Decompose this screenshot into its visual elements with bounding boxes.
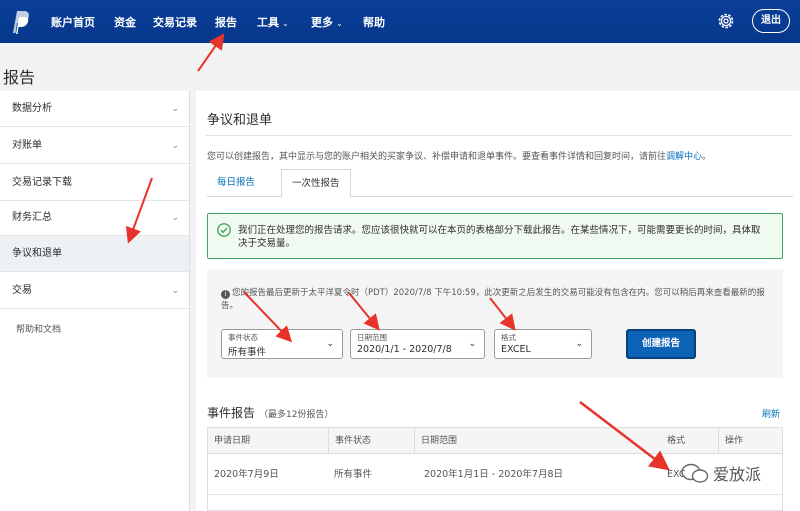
column-header: 申请日期: [214, 436, 251, 446]
top-nav: 账户首页 资金 交易记录 报告 工具 ⌄ 更多 ⌄ 帮助 退出: [0, 0, 800, 43]
nav-account-home[interactable]: 账户首页: [51, 14, 95, 30]
page-title: 报告: [3, 68, 36, 87]
sidebar-item-label: 数据分析: [12, 103, 52, 114]
chevron-down-icon: ⌄: [171, 141, 179, 151]
date-range-cell: 2020年1月1日 - 2020年7月8日: [424, 469, 563, 480]
sidebar-item-statements[interactable]: 对账单 ⌄: [0, 128, 189, 164]
refresh-link[interactable]: 刷新: [762, 407, 780, 420]
nav-funds[interactable]: 资金: [114, 14, 136, 30]
create-report-button[interactable]: 创建报告: [626, 329, 696, 359]
chevron-down-icon: ⌄: [282, 19, 289, 28]
sidebar-item-label: 交易记录下载: [12, 177, 72, 188]
info-message: i 您的报告最后更新于太平洋夏令时（PDT）2020/7/8 下午10:59，此次…: [221, 287, 773, 313]
sidebar-item-label: 财务汇总: [12, 212, 52, 223]
nav-more-label: 更多: [311, 16, 333, 29]
sidebar-item-disputes[interactable]: 争议和退单: [0, 236, 189, 272]
chevron-down-icon: ⌄: [575, 339, 583, 349]
success-alert: 我们正在处理您的报告请求。您应该很快就可以在本页的表格部分下载此报告。在某些情况…: [207, 213, 783, 259]
date-range-select[interactable]: 日期范围 2020/1/1 - 2020/7/8 ⌄: [350, 329, 485, 359]
select-value: 所有事件: [228, 347, 267, 358]
column-header: 日期范围: [414, 428, 457, 454]
info-message-text: 您的报告最后更新于太平洋夏令时（PDT）2020/7/8 下午10:59，此次更…: [221, 288, 765, 311]
main-panel: 争议和退单 您可以创建报告，其中显示与您的账户相关的买家争议、补偿申请和退单事件…: [196, 91, 800, 511]
chevron-down-icon: ⌄: [171, 213, 179, 223]
event-status-cell: 所有事件: [334, 469, 373, 480]
nav-reports[interactable]: 报告: [215, 14, 237, 30]
select-label: 日期范围: [357, 333, 387, 342]
check-circle-icon: [217, 223, 231, 237]
logout-button[interactable]: 退出: [752, 9, 790, 33]
section-title: 争议和退单: [207, 113, 273, 128]
reports-heading: 事件报告 （最多12份报告）: [207, 404, 333, 421]
nav-help[interactable]: 帮助: [363, 14, 385, 30]
divider: [206, 135, 792, 136]
help-docs-link[interactable]: 帮助和文档: [16, 322, 61, 335]
sidebar-item-label: 争议和退单: [12, 248, 62, 259]
tab-daily-reports[interactable]: 每日报告: [207, 169, 265, 197]
chevron-down-icon: ⌄: [336, 19, 343, 28]
gear-icon[interactable]: [716, 11, 736, 31]
request-date-cell: 2020年7月9日: [214, 469, 279, 480]
section-description: 您可以创建报告，其中显示与您的账户相关的买家争议、补偿申请和退单事件。要查看事件…: [207, 149, 711, 162]
sidebar-item-analytics[interactable]: 数据分析 ⌄: [0, 91, 189, 127]
sidebar: 数据分析 ⌄ 对账单 ⌄ 交易记录下载 财务汇总 ⌄ 争议和退单 交易 ⌄ 帮助…: [0, 91, 190, 511]
sidebar-item-activity-download[interactable]: 交易记录下载: [0, 165, 189, 201]
resolution-center-link[interactable]: 调解中心: [666, 152, 702, 162]
nav-tools[interactable]: 工具 ⌄: [257, 14, 289, 30]
event-status-select[interactable]: 事件状态 所有事件 ⌄: [221, 329, 343, 359]
description-text: 您可以创建报告，其中显示与您的账户相关的买家争议、补偿申请和退单事件。要查看事件…: [207, 152, 667, 162]
column-header: 事件状态: [328, 428, 371, 454]
select-value: 2020/1/1 - 2020/7/8: [357, 344, 452, 355]
info-icon: i: [221, 290, 230, 299]
format-select[interactable]: 格式 EXCEL ⌄: [494, 329, 592, 359]
report-form-panel: i 您的报告最后更新于太平洋夏令时（PDT）2020/7/8 下午10:59，此次…: [207, 269, 783, 378]
tab-one-time-report[interactable]: 一次性报告: [281, 169, 351, 197]
select-label: 格式: [501, 333, 516, 342]
report-tabs: 每日报告 一次性报告: [207, 169, 793, 197]
watermark-text: 爱放派: [713, 465, 762, 484]
chevron-down-icon: ⌄: [468, 339, 476, 349]
sidebar-item-label: 对账单: [12, 140, 42, 151]
table-header: 申请日期 事件状态 日期范围 格式 操作: [208, 428, 782, 454]
sidebar-item-label: 交易: [12, 285, 32, 296]
reports-title: 事件报告: [207, 406, 256, 420]
chevron-down-icon: ⌄: [171, 286, 179, 296]
nav-tools-label: 工具: [257, 16, 279, 29]
chevron-down-icon: ⌄: [326, 339, 334, 349]
column-header: 操作: [718, 428, 743, 454]
alert-message: 我们正在处理您的报告请求。您应该很快就可以在本页的表格部分下载此报告。在某些情况…: [238, 225, 761, 249]
nav-transactions[interactable]: 交易记录: [153, 14, 197, 30]
paypal-logo-icon[interactable]: [8, 9, 30, 35]
chevron-down-icon: ⌄: [171, 104, 179, 114]
description-end: 。: [702, 152, 712, 162]
sidebar-item-financial-summary[interactable]: 财务汇总 ⌄: [0, 200, 189, 236]
sidebar-item-transactions[interactable]: 交易 ⌄: [0, 273, 189, 309]
select-value: EXCEL: [501, 344, 531, 355]
select-label: 事件状态: [228, 333, 258, 342]
reports-subtitle: （最多12份报告）: [259, 410, 334, 420]
column-header: 格式: [667, 436, 686, 446]
nav-more[interactable]: 更多 ⌄: [311, 14, 343, 30]
